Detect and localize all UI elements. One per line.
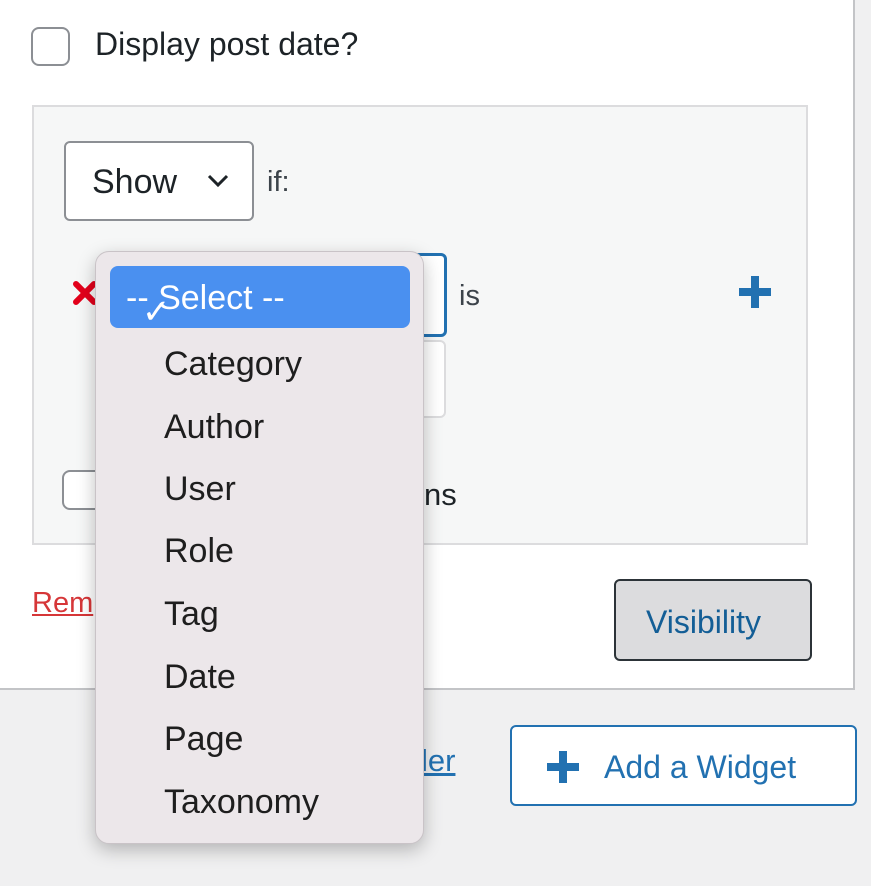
match-all-label: ns — [424, 477, 457, 512]
dropdown-option-role[interactable]: Role — [110, 519, 410, 581]
remove-link[interactable]: Rem — [32, 587, 93, 620]
show-hide-value: Show — [92, 163, 178, 201]
display-post-date-label: Display post date? — [95, 26, 359, 62]
chevron-down-icon — [207, 174, 229, 188]
dropdown-option-category[interactable]: Category — [110, 332, 410, 394]
visibility-button[interactable]: Visibility — [614, 579, 812, 661]
display-post-date-checkbox[interactable] — [31, 27, 70, 66]
if-label: if: — [267, 166, 290, 198]
add-widget-button[interactable]: Add a Widget — [510, 725, 857, 806]
dropdown-option-taxonomy[interactable]: Taxonomy — [110, 770, 410, 832]
show-hide-select[interactable]: Show — [64, 141, 254, 221]
dropdown-option-page[interactable]: Page — [110, 707, 410, 769]
visibility-button-label: Visibility — [646, 604, 761, 640]
plus-icon — [547, 751, 579, 783]
is-label: is — [459, 280, 480, 312]
dropdown-option-date[interactable]: Date — [110, 645, 410, 707]
dropdown-option-tag[interactable]: Tag — [110, 582, 410, 644]
dropdown-option-user[interactable]: User — [110, 457, 410, 519]
rule-type-dropdown: ✓ -- Select -- Category Author User Role… — [95, 251, 424, 844]
dropdown-option-select[interactable]: ✓ -- Select -- — [110, 266, 410, 331]
reorder-link[interactable]: ler — [421, 743, 455, 779]
dropdown-option-author[interactable]: Author — [110, 395, 410, 457]
plus-icon[interactable] — [737, 274, 773, 310]
checkmark-icon: ✓ — [142, 293, 171, 331]
add-widget-label: Add a Widget — [604, 749, 797, 785]
x-icon[interactable] — [73, 281, 97, 305]
